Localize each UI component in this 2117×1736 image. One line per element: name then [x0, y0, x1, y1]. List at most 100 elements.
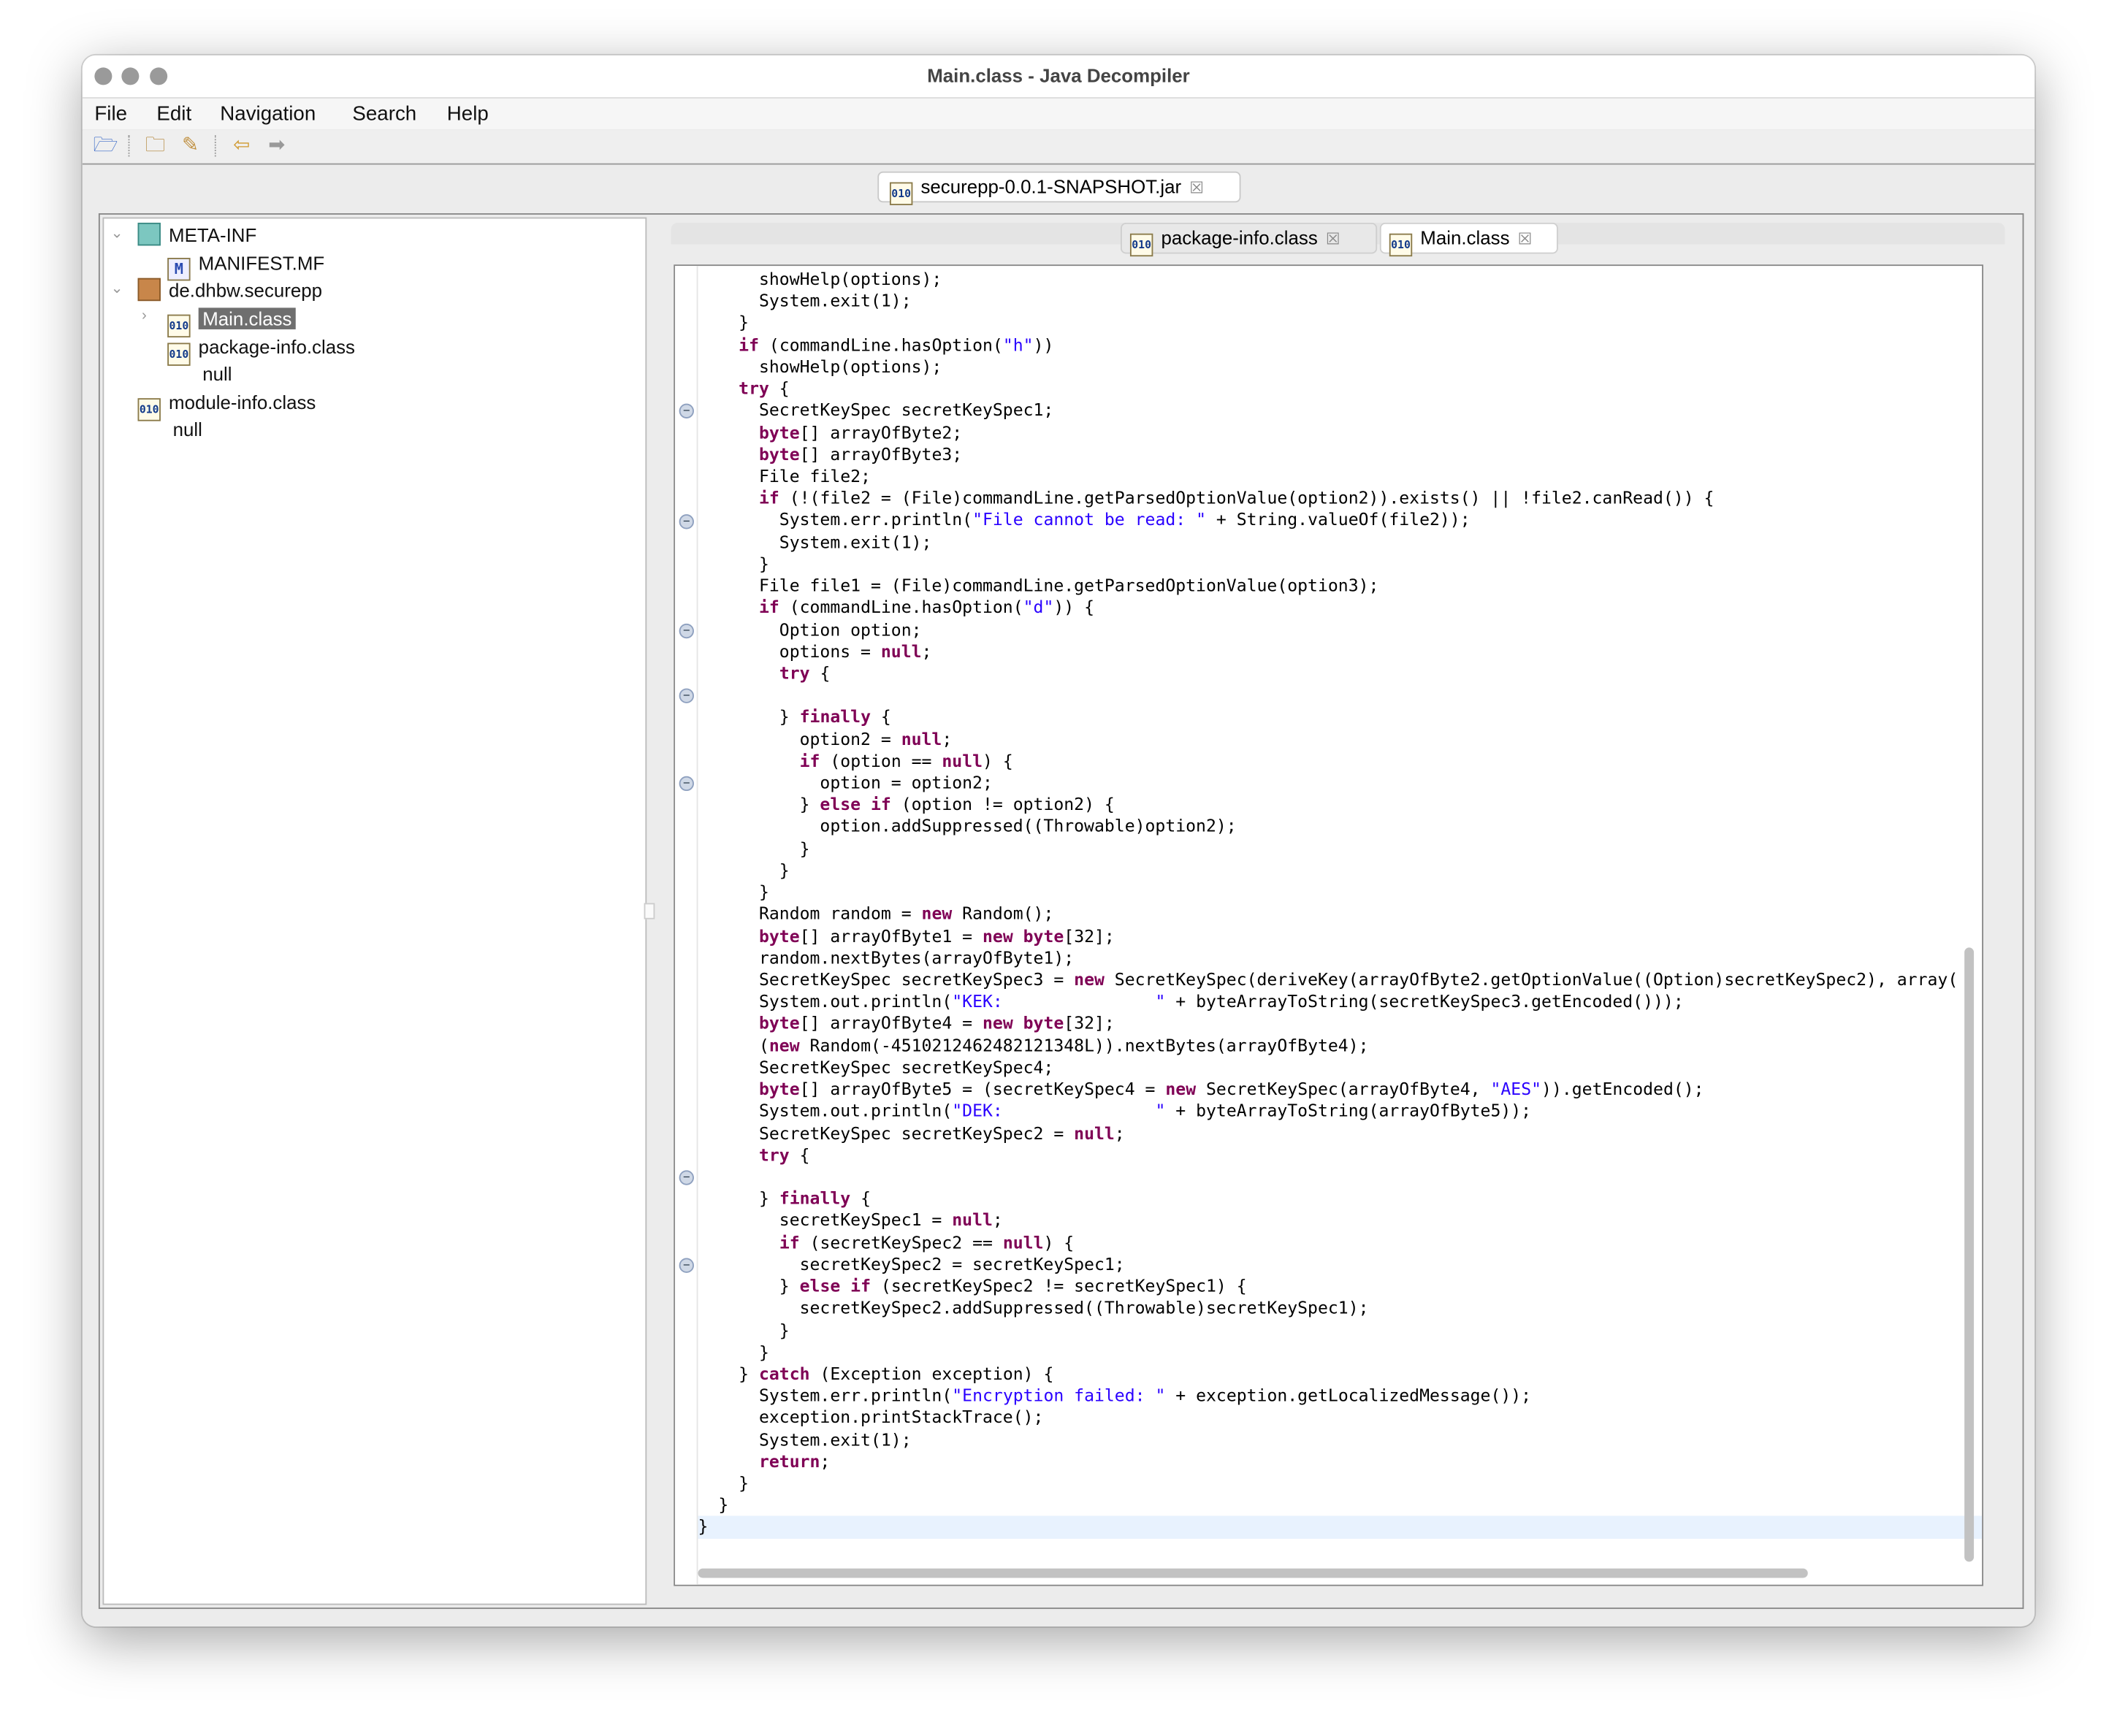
code-text: secretKeySpec1 = [698, 1209, 953, 1231]
code-text: + byteArrayToString(secretKeySpec3.getEn… [1165, 990, 1684, 1012]
code-text: SecretKeySpec secretKeySpec3 = [698, 969, 1075, 990]
code-keyword: new [921, 903, 953, 924]
tab-main-class[interactable]: 010 Main.class ☒ [1379, 222, 1558, 257]
code-line: } finally { [698, 1188, 1983, 1210]
menu-file[interactable]: File [94, 102, 127, 125]
fold-collapse-icon[interactable]: − [679, 404, 694, 419]
tree-item-null[interactable]: null [202, 362, 232, 387]
code-line: System.exit(1); [698, 1429, 1983, 1450]
code-line: byte[] arrayOfByte3; [698, 444, 1983, 466]
code-keyword: null [1074, 1122, 1115, 1143]
tab-label: package-info.class [1161, 226, 1318, 249]
code-line: System.exit(1); [698, 291, 1983, 313]
menu-bar: File Edit Navigation Search Help [82, 97, 2035, 131]
horizontal-scrollbar[interactable] [698, 1568, 1808, 1578]
fold-collapse-icon[interactable]: − [679, 513, 694, 529]
close-tab-icon[interactable]: ☒ [1518, 229, 1533, 248]
chevron-down-icon[interactable]: ⌄ [111, 224, 123, 242]
manifest-icon: M [167, 258, 191, 281]
code-keyword: null [942, 750, 983, 771]
tree-item-meta-inf[interactable]: META-INF [137, 222, 256, 248]
code-line: secretKeySpec1 = null; [698, 1210, 1983, 1232]
title-bar: Main.class - Java Decompiler [82, 55, 2035, 98]
tree-item-manifest[interactable]: M MANIFEST.MF [167, 251, 324, 281]
tree-item-module-info[interactable]: 010 module-info.class [137, 390, 316, 421]
code-string: "DEK: " [952, 1100, 1166, 1121]
fold-collapse-icon[interactable]: − [679, 776, 694, 792]
toolbar: 🗁 🗀 ✎ ⇦ ➡ [82, 129, 2035, 165]
code-line: File file2; [698, 466, 1983, 488]
code-text: Random(-4510212462482121348L)).nextBytes… [799, 1034, 1369, 1055]
forward-arrow-icon[interactable]: ➡ [264, 134, 289, 158]
code-editor[interactable]: − − − − − − − showHelp(options); System.exit(1… [674, 264, 1984, 1586]
back-arrow-icon[interactable]: ⇦ [229, 134, 253, 158]
fold-collapse-icon[interactable]: − [679, 689, 694, 704]
tree-item-label: module-info.class [169, 391, 316, 413]
code-keyword: finally [779, 1188, 851, 1209]
code-text: { [871, 706, 891, 727]
code-text: } [698, 553, 769, 574]
code-string: "Encryption failed: " [952, 1385, 1166, 1406]
fold-collapse-icon[interactable]: − [679, 1171, 694, 1186]
code-keyword: new [1074, 969, 1105, 990]
vertical-scrollbar[interactable] [1964, 947, 1975, 1562]
code-keyword: if [799, 750, 820, 771]
code-view[interactable]: showHelp(options); System.exit(1); } if … [698, 269, 1983, 1539]
tree-item-null[interactable]: null [173, 417, 202, 443]
code-keyword: byte [758, 925, 800, 946]
code-text: System.exit(1); [698, 290, 912, 311]
open-type-icon[interactable]: 🗀 [143, 134, 167, 158]
close-tab-icon[interactable]: ☒ [1189, 178, 1204, 197]
search-icon[interactable]: ✎ [178, 134, 202, 158]
class-file-icon: 010 [167, 343, 191, 366]
code-text: SecretKeySpec secretKeySpec4; [698, 1056, 1054, 1077]
code-text: secretKeySpec2.addSuppressed((Throwable)… [698, 1297, 1369, 1318]
tree-item-main-class[interactable]: 010 Main.class [167, 307, 297, 338]
code-text: [32]; [1064, 925, 1115, 946]
jar-content-panel: ⌄ META-INF M MANIFEST.MF ⌄ de.dhbw.secure… [98, 213, 2024, 1610]
code-line: if (secretKeySpec2 == null) { [698, 1232, 1983, 1254]
code-line: System.err.println("File cannot be read:… [698, 510, 1983, 532]
code-line: SecretKeySpec secretKeySpec3 = new Secre… [698, 969, 1983, 991]
tab-label: Main.class [1420, 226, 1510, 249]
menu-navigation[interactable]: Navigation [220, 102, 316, 125]
code-text: showHelp(options); [698, 268, 942, 289]
close-tab-icon[interactable]: ☒ [1326, 229, 1340, 248]
menu-search[interactable]: Search [352, 102, 416, 125]
fold-collapse-icon[interactable]: − [679, 623, 694, 638]
code-keyword: try [739, 378, 769, 399]
tree-item-package[interactable]: de.dhbw.securepp [137, 278, 322, 304]
window-title: Main.class - Java Decompiler [927, 64, 1190, 87]
code-keyword: try [758, 1144, 790, 1165]
tree-item-package-info[interactable]: 010 package-info.class [167, 334, 355, 366]
code-line: } [698, 1472, 1983, 1494]
code-string: "File cannot be read: " [972, 509, 1206, 530]
code-line: Random random = new Random(); [698, 903, 1983, 925]
package-icon [137, 278, 161, 302]
code-text: )) [1033, 334, 1054, 355]
code-text: System.out.println( [698, 990, 953, 1012]
code-text: } [698, 860, 790, 880]
fold-gutter: − − − − − − − [675, 266, 698, 1585]
chevron-right-icon[interactable]: › [142, 307, 147, 324]
code-text: System.err.println( [698, 509, 973, 530]
code-text: + String.valueOf(file2)); [1205, 509, 1471, 530]
code-text: ; [942, 728, 953, 749]
code-line: options = null; [698, 641, 1983, 662]
open-file-icon[interactable]: 🗁 [94, 134, 118, 158]
code-line: showHelp(options); [698, 269, 1983, 291]
chevron-down-icon[interactable]: ⌄ [111, 280, 123, 297]
code-text: )).getEncoded(); [1541, 1078, 1704, 1099]
code-line: if (commandLine.hasOption("d")) { [698, 597, 1983, 619]
code-text: System.exit(1); [698, 531, 932, 552]
jar-tab[interactable]: 010 securepp-0.0.1-SNAPSHOT.jar ☒ [877, 171, 1241, 205]
fold-collapse-icon[interactable]: − [679, 1258, 694, 1274]
code-line: try { [698, 1144, 1983, 1166]
menu-edit[interactable]: Edit [156, 102, 191, 125]
menu-help[interactable]: Help [447, 102, 489, 125]
code-text: SecretKeySpec secretKeySpec2 = [698, 1122, 1075, 1143]
tab-package-info[interactable]: 010 package-info.class ☒ [1121, 222, 1378, 257]
